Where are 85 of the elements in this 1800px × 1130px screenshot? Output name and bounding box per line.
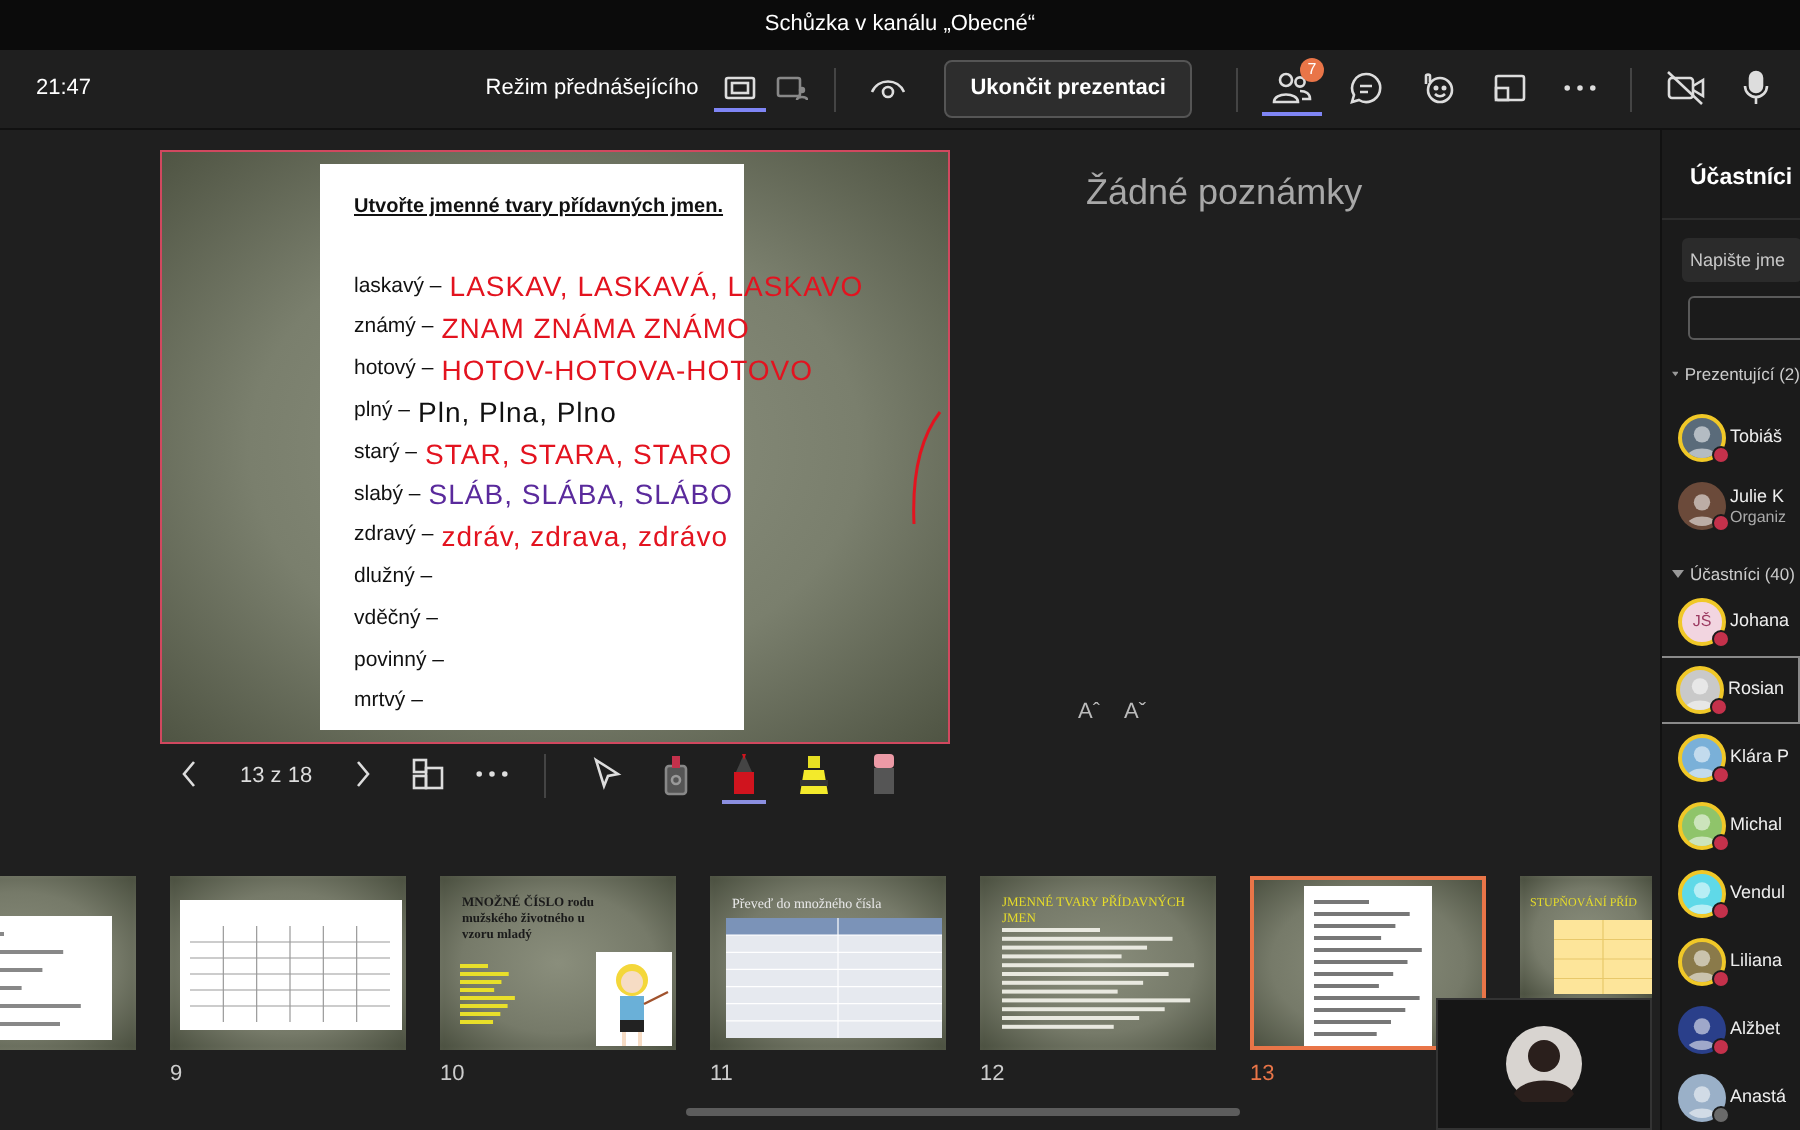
participant-name: Tobiáš [1730,426,1783,449]
worksheet-word: dlužný – [354,562,433,593]
slide-number: 9 [170,1062,183,1086]
grid-icon [412,758,445,790]
participant-name: Julie K [1730,485,1787,508]
worksheet-word: slabý – [354,479,421,509]
participant-role: Organiz [1730,507,1787,526]
participant-row[interactable]: Julie K Organiz [1662,471,1800,540]
more-icon [476,770,509,778]
participant-name: Michal [1730,814,1783,836]
text-lines-drawing [1314,900,1424,1040]
worksheet-word: plný – [354,395,411,426]
camera-off-icon [1666,69,1706,105]
slide-thumbnail[interactable] [170,876,406,1050]
microphone-icon [1742,69,1770,105]
more-icon [1564,83,1596,91]
clock-time: 21:47 [36,74,92,105]
avatar-initials: JŠ [1692,609,1712,633]
participant-name: Rosian [1728,678,1785,700]
participant-row[interactable]: JŠ Johana [1662,587,1800,655]
slide-number: 13 [1250,1062,1275,1086]
group-label[interactable]: Účastníci (40) [1690,561,1795,587]
window-title: Schůzka v kanálu „Obecné“ [764,10,1036,41]
figure-drawing [596,952,672,1046]
handwritten-answer: SLÁB, SLÁBA, SLÁBO [428,476,733,513]
handwritten-answer: zdráv, zdrava, zdrávo [441,518,728,555]
worksheet-word: laskavý – [354,271,442,302]
participant-row[interactable]: Michal [1662,791,1800,859]
pen-button[interactable] [722,748,767,804]
participant-row[interactable]: Anastá [1662,1063,1800,1130]
increase-font-button[interactable]: Aˆ [1070,695,1108,728]
laser-pointer-icon [662,752,691,796]
worksheet-word: hotový – [354,354,434,385]
slide-thumbnail[interactable] [1250,876,1486,1050]
participant-name: Vendul [1730,882,1786,904]
handwritten-answer: Pln, Plna, Plno [418,393,617,430]
text-lines-drawing [460,964,516,1024]
participant-row[interactable]: Rosian [1662,655,1800,723]
participant-row[interactable]: Vendul [1662,859,1800,927]
worksheet-word: povinný – [354,645,444,676]
notes-field[interactable]: Žádné poznámky [1086,166,1586,636]
share-screen-icon [1492,69,1528,105]
participant-row[interactable]: Klára P [1662,723,1800,791]
participant-name: Alžbet [1730,1018,1781,1040]
participant-name: Johana [1730,610,1790,632]
end-presentation-button[interactable]: Ukončit prezentaci [944,60,1192,118]
worksheet-word: vděčný – [354,603,439,634]
participant-name: Klára P [1730,746,1790,768]
worksheet-word: starý – [354,437,418,468]
pointer-icon [590,756,623,792]
people-icon [1272,69,1312,105]
worksheet-word: zdravý – [354,520,434,551]
slide-counter: 13 z 18 [240,761,313,792]
presenter-view-icon [724,73,757,101]
panel-title: Účastníci [1662,130,1800,220]
chat-icon [1348,69,1384,105]
slide-number: 10 [440,1062,465,1086]
highlighter-icon [798,752,831,796]
participant-row[interactable]: Tobiáš [1662,403,1800,472]
count-badge: 7 [1300,57,1324,81]
worksheet-word: mrtvý – [354,686,423,717]
chevron-right-icon [352,760,373,788]
avatar-icon [1506,1026,1582,1102]
worksheet-word: známý – [354,312,434,343]
chevron-left-icon [180,760,200,788]
reactions-icon [1420,69,1456,105]
slide-heading: Utvořte jmenné tvary přídavných jmen. [354,194,726,222]
presenter-mode-label: Režim přednášejícího [485,74,699,105]
slide-number: 12 [980,1062,1005,1086]
participant-row[interactable]: Alžbet [1662,995,1800,1063]
participant-name: Liliana [1730,950,1783,972]
scrollbar-thumb[interactable] [686,1108,1240,1116]
handwritten-answer: STAR, STARA, STARO [425,435,733,472]
search-field[interactable]: Napište jme [1682,238,1800,282]
group-label[interactable]: Prezentující (2) [1684,362,1800,388]
eraser-icon [870,752,899,796]
panel-button[interactable] [1688,296,1800,340]
pen-icon [730,752,759,796]
ink-stroke [910,408,942,528]
slide-number: 11 [710,1062,733,1086]
participant-row[interactable]: Liliana [1662,927,1800,995]
decrease-font-button[interactable]: Aˇ [1116,695,1154,728]
side-view-icon [776,73,809,101]
participant-name: Anastá [1730,1086,1787,1108]
table-drawing [1554,920,1652,994]
